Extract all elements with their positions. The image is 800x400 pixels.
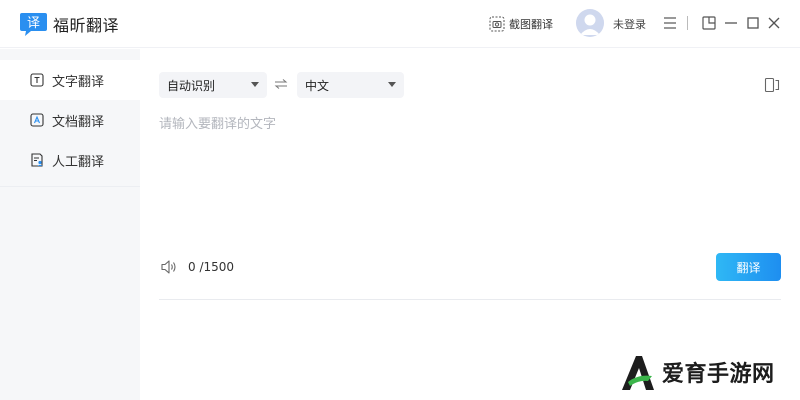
sidebar: 文字翻译 文档翻译 人工翻译 bbox=[0, 49, 140, 400]
sidebar-separator bbox=[0, 186, 140, 187]
close-icon[interactable] bbox=[765, 14, 783, 32]
pin-icon[interactable] bbox=[700, 14, 718, 32]
chevron-down-icon bbox=[251, 82, 259, 87]
input-divider bbox=[159, 299, 781, 300]
human-translate-icon bbox=[31, 153, 43, 167]
swap-languages-icon[interactable] bbox=[274, 78, 288, 90]
app-title: 福昕翻译 bbox=[53, 16, 120, 35]
sidebar-item-label: 文档翻译 bbox=[52, 114, 105, 130]
sidebar-item-document-translate[interactable]: 文档翻译 bbox=[0, 100, 140, 140]
speaker-icon[interactable] bbox=[160, 259, 178, 275]
login-status[interactable]: 未登录 bbox=[613, 16, 646, 32]
target-language-value: 中文 bbox=[305, 78, 330, 93]
document-translate-icon bbox=[30, 113, 44, 127]
minimize-icon[interactable] bbox=[722, 14, 740, 32]
text-translate-icon bbox=[30, 73, 44, 87]
source-language-select[interactable]: 自动识别 bbox=[159, 72, 267, 98]
user-avatar-icon bbox=[576, 9, 604, 37]
watermark-logo-icon bbox=[622, 356, 654, 390]
maximize-icon[interactable] bbox=[744, 14, 762, 32]
menu-icon[interactable] bbox=[661, 14, 679, 32]
target-language-select[interactable]: 中文 bbox=[297, 72, 404, 98]
sidebar-item-text-translate[interactable]: 文字翻译 bbox=[0, 60, 140, 100]
watermark-text: 爱育手游网 bbox=[662, 362, 775, 387]
layout-toggle-icon[interactable] bbox=[764, 77, 780, 93]
sidebar-item-human-translate[interactable]: 人工翻译 bbox=[0, 140, 140, 180]
character-counter: 0 /1500 bbox=[188, 260, 235, 274]
sidebar-item-label: 人工翻译 bbox=[52, 154, 105, 170]
title-bar: 译 福昕翻译 截图翻译 未登录 bbox=[0, 0, 800, 48]
app-logo-icon: 译 bbox=[20, 13, 47, 36]
screenshot-translate-button[interactable]: 截图翻译 bbox=[489, 13, 553, 35]
source-language-value: 自动识别 bbox=[167, 78, 216, 93]
chevron-down-icon bbox=[388, 82, 396, 87]
translate-button[interactable]: 翻译 bbox=[716, 253, 781, 281]
camera-icon bbox=[489, 16, 505, 32]
sidebar-item-label: 文字翻译 bbox=[52, 74, 105, 90]
titlebar-divider bbox=[687, 16, 688, 30]
screenshot-translate-label: 截图翻译 bbox=[509, 18, 553, 31]
watermark: 爱育手游网 bbox=[618, 348, 775, 396]
logo-glyph: 译 bbox=[27, 16, 40, 31]
avatar[interactable] bbox=[576, 9, 604, 37]
source-text-input[interactable] bbox=[159, 113, 779, 243]
